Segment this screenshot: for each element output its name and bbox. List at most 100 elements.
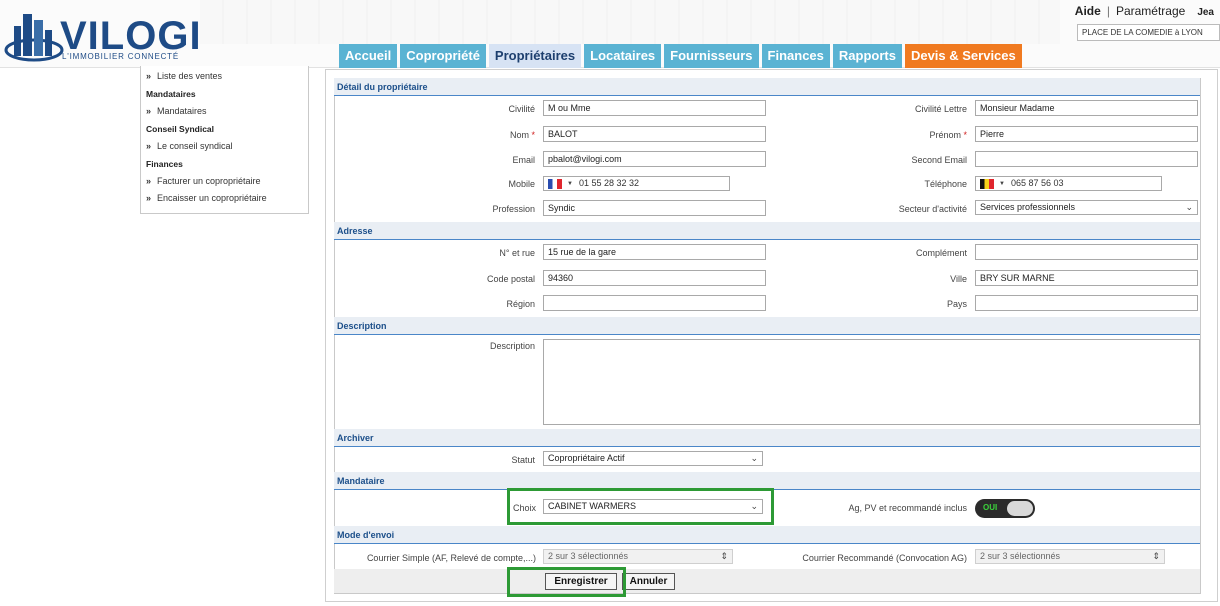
cancel-button[interactable]: Annuler: [622, 573, 675, 590]
arrow-icon: »: [146, 71, 152, 81]
email-field[interactable]: pbalot@vilogi.com: [543, 151, 766, 167]
sidebar-item-label: Mandataires: [157, 106, 207, 116]
complement-field[interactable]: [975, 244, 1198, 260]
civilite-lettre-field[interactable]: Monsieur Madame: [975, 100, 1198, 116]
top-links: Aide | Paramétrage Jea: [1075, 4, 1214, 18]
section-archiver-header: Archiver: [334, 429, 1200, 447]
courrier-recommande-select[interactable]: 2 sur 3 sélectionnés ⇕: [975, 549, 1165, 564]
section-description-header: Description: [334, 317, 1200, 335]
arrow-icon: »: [146, 176, 152, 186]
second-email-field[interactable]: [975, 151, 1198, 167]
tab-devis-services[interactable]: Devis & Services: [904, 44, 1022, 68]
civilite-label: Civilité: [508, 104, 535, 114]
description-textarea[interactable]: [543, 339, 1200, 425]
prenom-label: Prénom *: [880, 130, 967, 140]
ville-label: Ville: [950, 274, 967, 284]
civilite-field[interactable]: M ou Mme: [543, 100, 766, 116]
header-background: [200, 0, 1060, 44]
tab-accueil[interactable]: Accueil: [339, 44, 398, 68]
sidebar-item-mandataires[interactable]: » Mandataires: [141, 103, 308, 120]
statut-select[interactable]: Copropriétaire Actif ⌄: [543, 451, 763, 466]
required-mark: *: [531, 130, 535, 140]
pays-label: Pays: [946, 299, 967, 309]
ville-field[interactable]: BRY SUR MARNE: [975, 270, 1198, 286]
parametrage-link[interactable]: Paramétrage: [1116, 4, 1185, 18]
statut-label: Statut: [511, 455, 535, 465]
arrow-icon: »: [146, 193, 152, 203]
logo[interactable]: VILOGI L'IMMOBILIER CONNECTÉ: [4, 8, 204, 66]
sidebar-item-conseil-syndical[interactable]: » Le conseil syndical: [141, 138, 308, 155]
region-label: Région: [506, 299, 535, 309]
toggle-label: OUI: [983, 503, 998, 512]
statut-value: Copropriétaire Actif: [548, 453, 625, 463]
prenom-label-text: Prénom: [929, 130, 961, 140]
mobile-label: Mobile: [508, 179, 535, 189]
sidebar-heading-finances: Finances: [146, 159, 183, 169]
tab-copropriete[interactable]: Copropriété: [400, 44, 486, 68]
arrow-icon: »: [146, 106, 152, 116]
ag-pv-toggle[interactable]: OUI: [975, 499, 1035, 518]
sidebar-item-liste-ventes[interactable]: » Liste des ventes: [141, 68, 308, 85]
courrier-simple-label: Courrier Simple (AF, Relevé de compte,..…: [366, 553, 536, 563]
numero-rue-label: N° et rue: [499, 248, 535, 258]
tab-finances[interactable]: Finances: [761, 44, 830, 68]
main-tabs: Accueil Copropriété Propriétaires Locata…: [339, 44, 1022, 68]
secteur-label: Secteur d'activité: [898, 204, 967, 214]
section-detail-header: Détail du propriétaire: [334, 78, 1200, 96]
sidebar-item-label: Encaisser un copropriétaire: [157, 193, 267, 203]
complement-label: Complément: [915, 248, 967, 258]
code-postal-label: Code postal: [486, 274, 535, 284]
description-label: Description: [489, 341, 535, 351]
telephone-field[interactable]: ▼ 065 87 56 03: [975, 176, 1162, 191]
belgium-flag-icon[interactable]: [980, 178, 994, 189]
sidebar-item-encaisser[interactable]: » Encaisser un copropriétaire: [141, 190, 308, 207]
secteur-select[interactable]: Services professionnels ⌄: [975, 200, 1198, 215]
pays-field[interactable]: [975, 295, 1198, 311]
tab-locataires[interactable]: Locataires: [584, 44, 662, 68]
highlight-save: [507, 567, 626, 597]
logo-subtitle: L'IMMOBILIER CONNECTÉ: [62, 52, 180, 61]
sidebar-item-facturer[interactable]: » Facturer un copropriétaire: [141, 173, 308, 190]
residence-select[interactable]: PLACE DE LA COMEDIE à LYON: [1077, 24, 1220, 41]
sidebar-heading-mandataires: Mandataires: [146, 89, 196, 99]
nom-field[interactable]: BALOT: [543, 126, 766, 142]
user-name[interactable]: Jea: [1197, 7, 1214, 18]
ag-pv-label: Ag, PV et recommandé inclus: [848, 503, 967, 513]
sidebar-heading-conseil: Conseil Syndical: [146, 124, 215, 134]
france-flag-icon[interactable]: [548, 178, 562, 189]
page: VILOGI L'IMMOBILIER CONNECTÉ Aide | Paramé…: [0, 0, 1220, 606]
nom-label-text: Nom: [509, 130, 529, 140]
numero-rue-field[interactable]: 15 rue de la gare: [543, 244, 766, 260]
civilite-lettre-label: Civilité Lettre: [914, 104, 967, 114]
tab-rapports[interactable]: Rapports: [832, 44, 902, 68]
building-logo-icon: [4, 14, 64, 62]
prenom-field[interactable]: Pierre: [975, 126, 1198, 142]
logo-text: VILOGI: [60, 14, 202, 58]
separator: |: [1106, 4, 1110, 18]
profession-field[interactable]: Syndic: [543, 200, 766, 216]
email-label: Email: [512, 155, 535, 165]
chevron-down-icon[interactable]: ▼: [567, 181, 573, 187]
chevron-down-icon: ⌄: [750, 453, 758, 463]
mobile-field[interactable]: ▼ 01 55 28 32 32: [543, 176, 730, 191]
required-mark: *: [963, 130, 967, 140]
chevron-down-icon[interactable]: ▼: [999, 181, 1005, 187]
highlight-choix: [507, 488, 774, 525]
form-footer: [334, 569, 1200, 593]
tab-fournisseurs[interactable]: Fournisseurs: [664, 44, 759, 68]
aide-link[interactable]: Aide: [1075, 4, 1101, 18]
region-field[interactable]: [543, 295, 766, 311]
toggle-knob: [1007, 501, 1033, 516]
chevron-down-icon: ⌄: [1185, 202, 1193, 212]
sidebar: » Liste des ventes Mandataires » Mandatair…: [140, 66, 309, 214]
code-postal-field[interactable]: 94360: [543, 270, 766, 286]
sidebar-item-label: Facturer un copropriétaire: [157, 176, 261, 186]
tab-proprietaires[interactable]: Propriétaires: [488, 44, 582, 68]
mobile-value: 01 55 28 32 32: [578, 178, 640, 188]
telephone-value: 065 87 56 03: [1010, 178, 1064, 188]
arrow-icon: »: [146, 141, 152, 151]
sidebar-item-label: Liste des ventes: [157, 71, 223, 81]
updown-icon: ⇕: [1152, 551, 1160, 561]
telephone-label: Téléphone: [924, 179, 967, 189]
courrier-simple-select[interactable]: 2 sur 3 sélectionnés ⇕: [543, 549, 733, 564]
